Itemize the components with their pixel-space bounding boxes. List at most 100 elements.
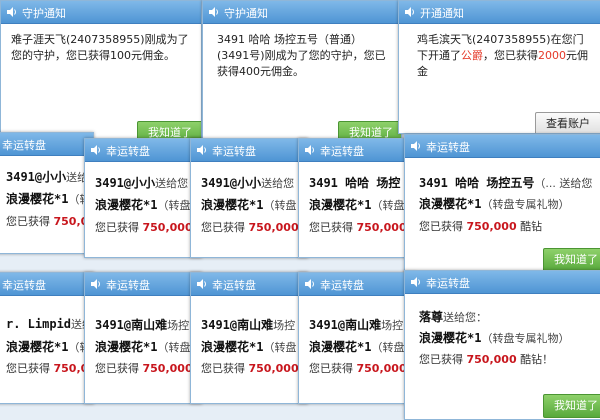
title-bar[interactable]: 守护通知 [1, 1, 201, 24]
gift-item-line: 浪漫樱花*1（转盘专属礼物） [6, 190, 93, 207]
window-title: 幸运转盘 [2, 279, 46, 292]
sender-name: 落尊 [419, 310, 444, 324]
lucky-wheel-window: 幸运转盘 r. Limpid送给您 浪漫樱花*1（转盘 您已获得 750,000 [0, 272, 94, 404]
earned-label: 您已获得 [201, 221, 245, 234]
gift-item-line: 浪漫樱花*1（转盘 [95, 338, 190, 355]
gift-suffix: （转盘 [157, 199, 191, 212]
notice-message: 难子涯天飞(2407358955)刚成为了您的守护，您已获得100元佣金。 [11, 32, 193, 64]
earned-amount: 750,000 [466, 353, 517, 366]
earned-amount: 750,000 [356, 362, 407, 375]
title-bar[interactable]: 幸运转盘 [405, 135, 600, 158]
window-title: 守护通知 [224, 7, 268, 20]
window-title: 幸运转盘 [426, 141, 470, 154]
speaker-icon [196, 144, 208, 156]
sender-suffix: 场控 [167, 319, 190, 332]
gift-name: 浪漫樱花*1 [95, 198, 158, 212]
earned-line: 您已获得 750,000 [309, 360, 407, 376]
gift-suffix: （转盘专属礼物） [481, 332, 570, 345]
earned-line: 您已获得 750,000 酷钻！ [419, 351, 553, 367]
sender-suffix: 场控 [381, 319, 404, 332]
sender-name: 3491@小小 [201, 176, 262, 190]
earned-amount: 750,000 [142, 362, 193, 375]
lucky-wheel-window: 幸运转盘 3491@南山难场控 浪漫樱花*1（转盘 您已获得 750,000 [298, 272, 416, 404]
sender-name: 3491@南山难 [95, 318, 168, 332]
sender-name: 3491@南山难 [201, 318, 274, 332]
gift-item-line: 浪漫樱花*1（转盘专属礼物） [419, 329, 569, 346]
title-bar[interactable]: 幸运转盘 [191, 273, 307, 296]
message-text: 3491 哈哈 场控五号（普通）(3491号)刚成为了您的守护，您已获得400元… [217, 33, 386, 78]
window-title: 幸运转盘 [320, 279, 364, 292]
gift-name: 浪漫樱花*1 [419, 197, 482, 211]
earned-line: 您已获得 750,000 [95, 219, 193, 235]
title-bar[interactable]: 幸运转盘 [299, 273, 415, 296]
title-bar[interactable]: 幸运转盘 [191, 139, 307, 162]
speaker-icon [304, 144, 316, 156]
gift-name: 浪漫樱花*1 [201, 198, 264, 212]
earned-line: 您已获得 750,000 [95, 360, 193, 376]
speaker-icon [90, 144, 102, 156]
earned-line: 您已获得 750,000 [309, 219, 407, 235]
title-bar[interactable]: 幸运转盘 [0, 273, 93, 296]
sender-name: 3491 哈哈 场控 [309, 176, 401, 190]
title-bar[interactable]: 幸运转盘 [0, 133, 93, 156]
earned-amount: 750,000 [466, 220, 517, 233]
sender-name: r. Limpid [6, 317, 72, 331]
title-bar[interactable]: 幸运转盘 [299, 139, 415, 162]
got-it-button[interactable]: 我知道了 [543, 394, 600, 418]
window-title: 幸运转盘 [106, 279, 150, 292]
earned-amount: 750,000 [248, 221, 299, 234]
window-title: 守护通知 [22, 7, 66, 20]
gift-suffix: （转盘 [157, 341, 191, 354]
earned-line: 您已获得 750,000 [6, 360, 93, 376]
gift-suffix: （转盘 [371, 199, 405, 212]
sender-name: 3491 哈哈 场控五号 [419, 176, 535, 190]
earned-label: 您已获得 [419, 353, 463, 366]
speaker-icon [90, 278, 102, 290]
lucky-wheel-window-front: 幸运转盘 3491 哈哈 场控五号（... 送给您 浪漫樱花*1（转盘专属礼物）… [404, 134, 600, 274]
gift-sender-line: 3491 哈哈 场控 [309, 174, 400, 191]
gift-name: 浪漫樱花*1 [309, 198, 372, 212]
guard-notice-window-2: 守护通知 3491 哈哈 场控五号（普通）(3491号)刚成为了您的守护，您已获… [202, 0, 402, 147]
gift-sender-line: 3491@小小送给您 [95, 174, 188, 191]
earned-amount: 750,000 [142, 221, 193, 234]
gift-name: 浪漫樱花*1 [419, 331, 482, 345]
gift-sender-line: 3491@小小送给您 [6, 168, 93, 185]
guard-notice-window-1: 守护通知 难子涯天飞(2407358955)刚成为了您的守护，您已获得100元佣… [0, 0, 202, 147]
sender-suffix: 送给您 [155, 177, 189, 190]
got-it-button[interactable]: 我知道了 [543, 248, 600, 272]
gift-name: 浪漫樱花*1 [95, 340, 158, 354]
gift-item-line: 浪漫樱花*1（转盘专属礼物） [419, 195, 569, 212]
gift-item-line: 浪漫樱花*1（转盘 [309, 196, 404, 213]
lucky-wheel-window: 幸运转盘 3491@南山难场控 浪漫樱花*1（转盘 您已获得 750,000 [84, 272, 202, 404]
view-account-button[interactable]: 查看账户 [535, 112, 600, 133]
gift-name: 浪漫樱花*1 [6, 192, 69, 206]
gift-item-line: 浪漫樱花*1（转盘 [6, 338, 93, 355]
speaker-icon [6, 6, 18, 18]
sender-suffix: 送给您： [443, 311, 488, 324]
earned-label: 您已获得 [6, 362, 50, 375]
gift-sender-line: 落尊送给您： [419, 308, 487, 325]
title-bar[interactable]: 开通通知 [399, 1, 600, 24]
title-bar[interactable]: 幸运转盘 [405, 271, 600, 294]
lucky-wheel-window-front: 幸运转盘 落尊送给您： 浪漫樱花*1（转盘专属礼物） 您已获得 750,000 … [404, 270, 600, 420]
noble-rank: 公爵 [461, 49, 483, 62]
sender-name: 3491@小小 [6, 170, 67, 184]
window-title: 幸运转盘 [212, 279, 256, 292]
title-bar[interactable]: 守护通知 [203, 1, 401, 24]
earned-line: 您已获得 750,000 [201, 360, 299, 376]
title-bar[interactable]: 幸运转盘 [85, 273, 201, 296]
earned-label: 您已获得 [6, 215, 50, 228]
speaker-icon [208, 6, 220, 18]
earned-label: 您已获得 [309, 362, 353, 375]
earned-label: 您已获得 [309, 221, 353, 234]
gift-sender-line: 3491@南山难场控 [309, 316, 403, 333]
gift-sender-line: 3491@南山难场控 [201, 316, 295, 333]
window-title: 幸运转盘 [212, 145, 256, 158]
sender-suffix: （... 送给您 [534, 177, 593, 190]
earned-line: 您已获得 750,000 酷钻 [419, 218, 542, 234]
gift-name: 浪漫樱花*1 [6, 340, 69, 354]
sender-name: 3491@南山难 [309, 318, 382, 332]
title-bar[interactable]: 幸运转盘 [85, 139, 201, 162]
gift-item-line: 浪漫樱花*1（转盘 [95, 196, 190, 213]
gift-name: 浪漫樱花*1 [201, 340, 264, 354]
